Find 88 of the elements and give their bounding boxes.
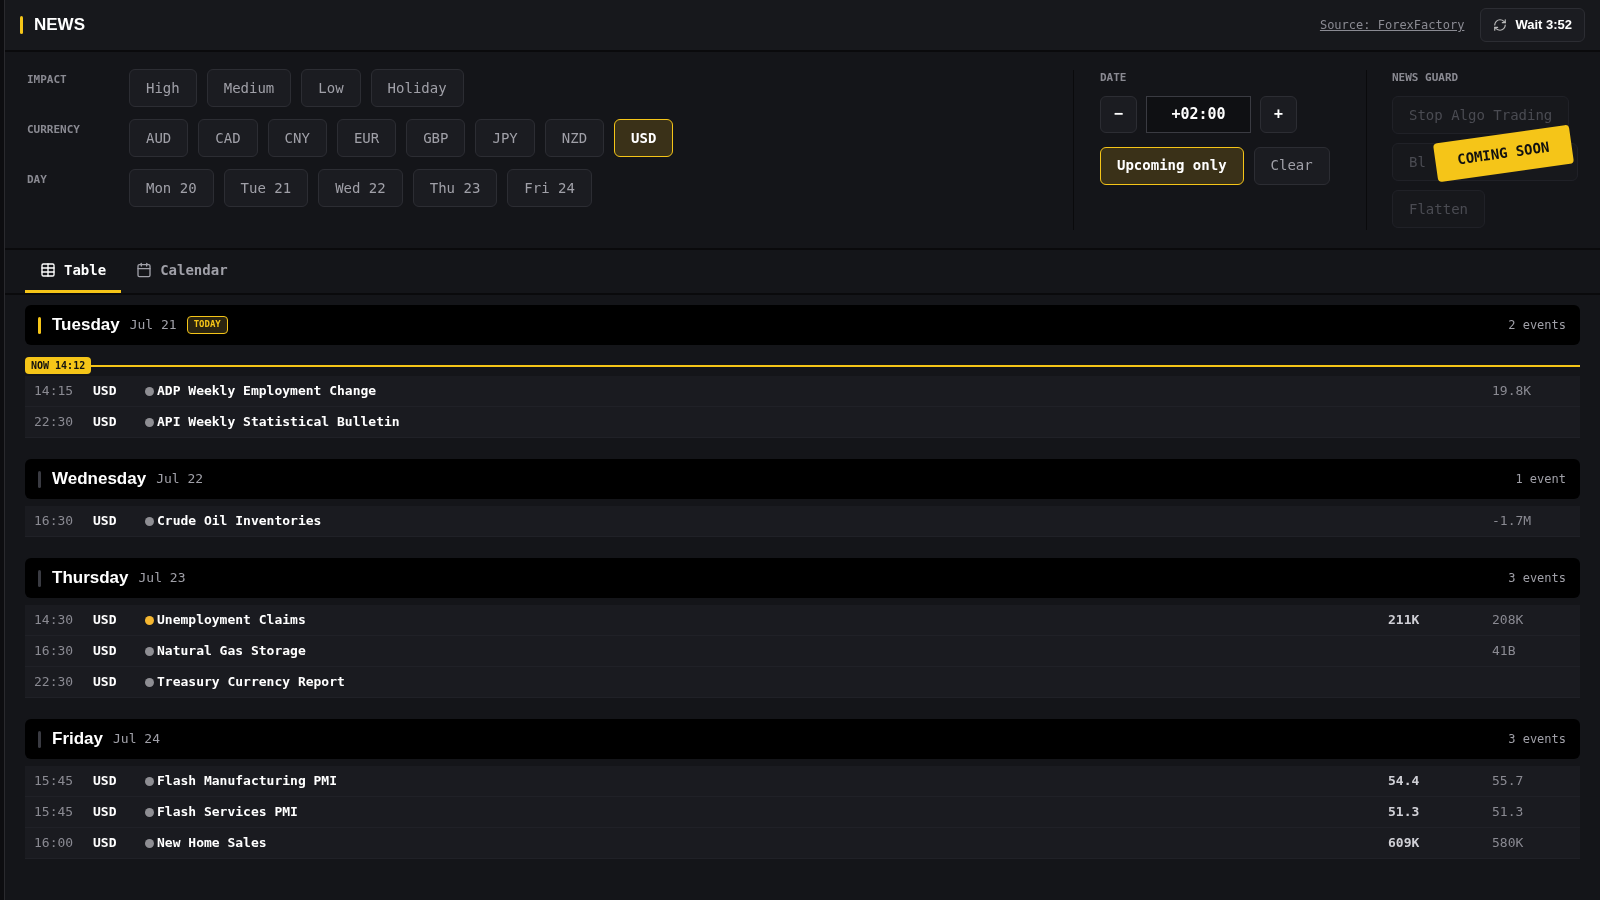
event-currency: USD	[93, 382, 118, 401]
event-currency: USD	[93, 512, 118, 531]
refresh-button[interactable]: Wait 3:52	[1480, 8, 1585, 42]
event-forecast: 41B	[1492, 643, 1516, 659]
event-title: Treasury Currency Report	[157, 673, 346, 692]
filter-chip[interactable]: AUD	[129, 119, 189, 157]
decrement-button[interactable]: −	[1100, 95, 1137, 133]
day-date: Jul 22	[156, 470, 204, 489]
filter-chip[interactable]: Mon 20	[129, 169, 214, 207]
filter-chip[interactable]: Tue 21	[223, 169, 309, 207]
event-title: Unemployment Claims	[157, 611, 307, 630]
filter-label: IMPACT	[27, 72, 68, 88]
event-title: ADP Weekly Employment Change	[157, 382, 378, 401]
filter-chip[interactable]: EUR	[336, 119, 397, 157]
event-title: Crude Oil Inventories	[157, 512, 323, 531]
filter-chip[interactable]: Fri 24	[507, 169, 592, 207]
event-title: Flash Services PMI	[157, 803, 299, 822]
event-count: 3 events	[1508, 570, 1566, 587]
event-time: 16:30	[33, 512, 75, 531]
event-forecast: 208K	[1492, 612, 1524, 628]
event-currency: USD	[93, 673, 118, 692]
event-title: Flash Manufacturing PMI	[157, 772, 338, 791]
now-marker: NOW 14:12	[25, 357, 92, 374]
event-forecast: 19.8K	[1492, 383, 1532, 399]
event-forecast: 55.7	[1492, 773, 1524, 789]
view-tab[interactable]: Table	[25, 250, 122, 293]
event-currency: USD	[93, 803, 118, 822]
filter-chip[interactable]: GBP	[406, 119, 466, 157]
event-currency: USD	[93, 611, 118, 630]
filter-chip[interactable]: High	[129, 69, 197, 107]
filter-label: CURRENCY	[27, 122, 81, 138]
accent-bar	[20, 16, 23, 34]
today-badge: TODAY	[186, 316, 228, 334]
event-actual: 51.3	[1388, 804, 1420, 820]
day-date: Jul 24	[113, 730, 160, 749]
event-time: 15:45	[33, 772, 75, 791]
filter-chip[interactable]: Medium	[206, 69, 292, 107]
day-name: Thursday	[52, 567, 129, 590]
event-forecast: 51.3	[1492, 804, 1524, 820]
filter-chip[interactable]: CNY	[267, 119, 327, 157]
filter-chip[interactable]: USD	[614, 119, 674, 157]
view-tab[interactable]: Calendar	[121, 250, 243, 293]
filter-chip[interactable]: Low	[301, 69, 361, 107]
date-label: DATE	[1100, 70, 1128, 86]
filter-chip[interactable]: Holiday	[370, 69, 464, 107]
event-time: 22:30	[33, 673, 75, 692]
event-currency: USD	[93, 772, 118, 791]
event-forecast: 580K	[1492, 835, 1524, 851]
event-time: 14:30	[33, 611, 75, 630]
timezone-offset-field[interactable]: +02:00	[1146, 95, 1251, 133]
day-date: Jul 21	[129, 316, 177, 335]
event-time: 22:30	[33, 413, 75, 432]
calendar-icon	[136, 262, 153, 278]
event-currency: USD	[93, 642, 118, 661]
page-title: NEWS	[34, 14, 85, 37]
refresh-icon	[1493, 18, 1508, 32]
event-title: Natural Gas Storage	[157, 642, 307, 661]
filter-chip[interactable]: CAD	[198, 119, 258, 157]
event-time: 15:45	[33, 803, 75, 822]
filter-chip[interactable]: JPY	[475, 119, 535, 157]
day-name: Wednesday	[52, 468, 147, 491]
event-title: New Home Sales	[157, 834, 268, 853]
event-forecast: -1.7M	[1492, 513, 1532, 529]
event-currency: USD	[93, 413, 118, 432]
event-time: 14:15	[33, 382, 75, 401]
event-count: 1 event	[1515, 471, 1566, 488]
event-title: API Weekly Statistical Bulletin	[157, 413, 401, 432]
event-actual: 54.4	[1388, 773, 1420, 789]
upcoming-only-toggle[interactable]: Upcoming only	[1100, 146, 1244, 185]
day-name: Friday	[52, 728, 104, 751]
table-icon	[40, 262, 56, 278]
event-time: 16:30	[33, 642, 75, 661]
event-actual: 211K	[1388, 612, 1420, 628]
filter-chip[interactable]: Wed 22	[318, 169, 403, 207]
event-currency: USD	[93, 834, 118, 853]
event-time: 16:00	[33, 834, 75, 853]
event-count: 2 events	[1508, 317, 1566, 334]
event-actual: 609K	[1388, 835, 1420, 851]
source-link[interactable]: Source: ForexFactory	[1319, 16, 1465, 34]
news-guard-label: NEWS GUARD	[1392, 70, 1459, 86]
day-date: Jul 23	[138, 569, 186, 588]
filter-chip[interactable]: NZD	[544, 119, 605, 157]
increment-button[interactable]: +	[1260, 95, 1297, 133]
filter-chip[interactable]: Thu 23	[412, 169, 498, 207]
clear-button[interactable]: Clear	[1253, 146, 1330, 185]
event-count: 3 events	[1508, 731, 1566, 748]
filter-label: DAY	[27, 172, 48, 188]
day-name: Tuesday	[52, 314, 120, 337]
